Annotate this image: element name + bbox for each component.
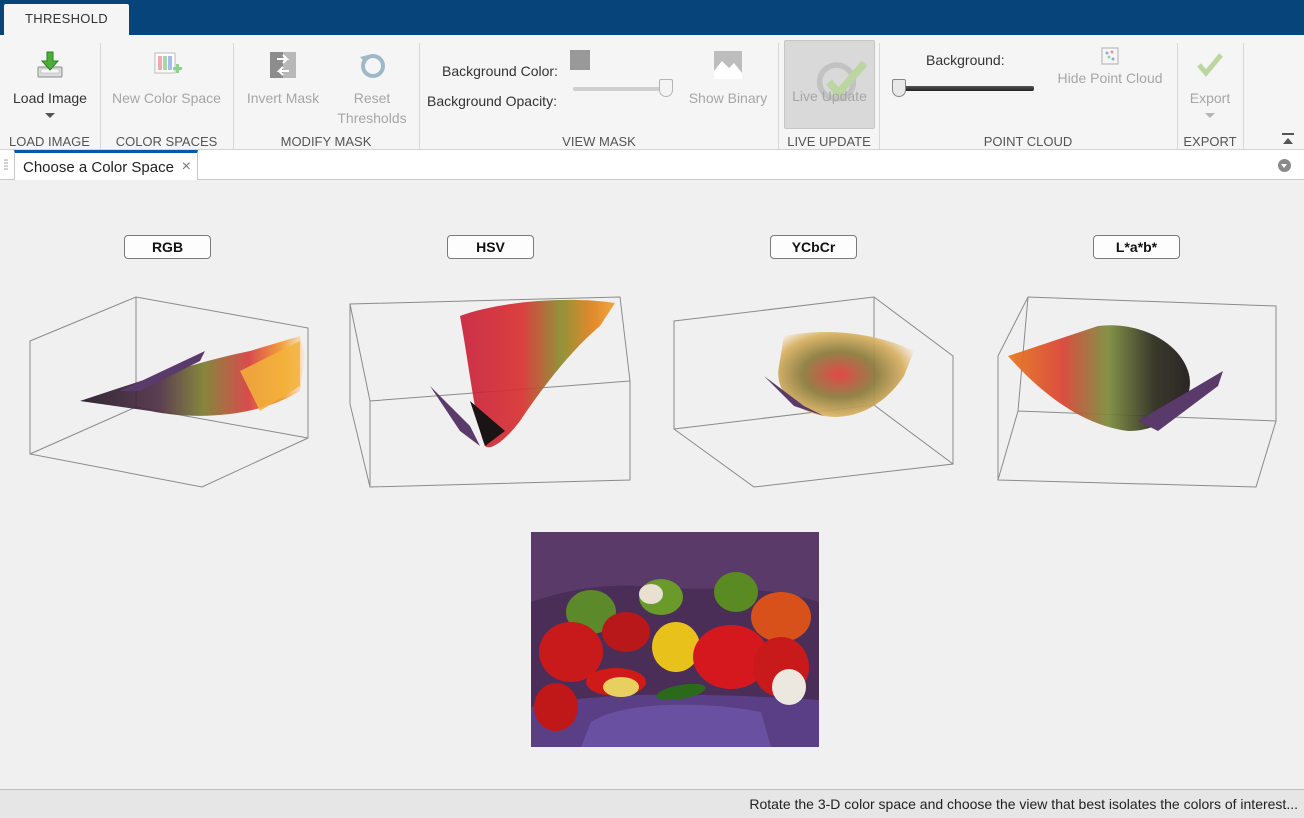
ycbcr-point-cloud[interactable]: [664, 281, 964, 501]
close-icon[interactable]: ×: [182, 158, 191, 176]
status-text: Rotate the 3-D color space and choose th…: [749, 796, 1298, 812]
invert-mask-icon: [270, 52, 296, 78]
separator: [1243, 43, 1244, 149]
export-check-icon: [1197, 53, 1223, 77]
point-cloud-icon: [1101, 47, 1119, 65]
tab-threshold[interactable]: THRESHOLD: [4, 4, 129, 35]
background-color-label: Background Color:: [442, 63, 558, 79]
load-image-button[interactable]: Load Image: [6, 49, 94, 118]
section-modify-mask: Invert Mask Reset Thresholds MODIFY MASK: [234, 35, 418, 150]
new-color-space-label: New Color Space: [112, 90, 221, 106]
section-label-live-update: LIVE UPDATE: [787, 134, 871, 149]
hsv-button[interactable]: HSV: [447, 235, 534, 259]
reset-thresholds-line1: Reset: [353, 90, 391, 106]
app-tab-strip: THRESHOLD: [0, 0, 1304, 35]
section-label-color-spaces: COLOR SPACES: [115, 134, 218, 149]
export-dropdown-caret[interactable]: [1205, 113, 1215, 118]
hide-point-cloud-label: Hide Point Cloud: [1057, 70, 1163, 86]
grip-icon[interactable]: [4, 158, 8, 172]
toolstrip: Load Image LOAD IMAGE New Color Space CO…: [0, 35, 1304, 150]
export-label: Export: [1189, 90, 1231, 106]
section-label-modify-mask: MODIFY MASK: [280, 134, 372, 149]
export-button[interactable]: Export: [1178, 49, 1242, 118]
document-tab-bar: Choose a Color Space ×: [0, 150, 1304, 180]
color-space-canvas: RGB HSV YCbCr L*a*b*: [0, 181, 1304, 789]
show-binary-button[interactable]: Show Binary: [684, 49, 772, 108]
section-point-cloud: Background: Hide Point Cloud POINT CLOUD: [880, 35, 1176, 150]
point-cloud-background-label: Background:: [926, 52, 1005, 68]
background-color-swatch[interactable]: [570, 50, 590, 70]
section-live-update: LIVE UPDATE: [779, 35, 879, 150]
rgb-point-cloud[interactable]: [0, 281, 320, 501]
document-tab-label: Choose a Color Space: [23, 159, 174, 176]
ycbcr-button[interactable]: YCbCr: [770, 235, 857, 259]
load-image-label: Load Image: [13, 90, 87, 106]
invert-mask-button[interactable]: Invert Mask: [238, 49, 328, 108]
section-export: Export EXPORT: [1178, 35, 1242, 150]
section-load-image: Load Image LOAD IMAGE: [0, 35, 99, 150]
reset-thresholds-button[interactable]: Reset Thresholds: [330, 49, 414, 128]
reset-thresholds-line2: Thresholds: [337, 110, 407, 126]
show-binary-icon: [714, 51, 742, 79]
show-binary-label: Show Binary: [688, 90, 768, 106]
background-opacity-slider-thumb[interactable]: [659, 79, 673, 97]
lab-point-cloud[interactable]: [988, 281, 1288, 501]
section-label-point-cloud: POINT CLOUD: [983, 134, 1073, 149]
background-opacity-label: Background Opacity:: [427, 93, 557, 109]
point-cloud-background-slider[interactable]: [894, 86, 1034, 91]
new-color-space-button[interactable]: New Color Space: [101, 49, 232, 108]
lab-button[interactable]: L*a*b*: [1093, 235, 1180, 259]
section-color-spaces: New Color Space COLOR SPACES: [101, 35, 232, 150]
status-bar: Rotate the 3-D color space and choose th…: [0, 789, 1304, 818]
point-cloud-background-slider-thumb[interactable]: [892, 79, 906, 97]
hide-point-cloud-button[interactable]: Hide Point Cloud: [1050, 47, 1170, 88]
load-image-dropdown-caret[interactable]: [45, 113, 55, 118]
collapse-toolstrip-icon[interactable]: [1281, 132, 1295, 146]
document-menu-dropdown-icon[interactable]: [1278, 159, 1291, 172]
invert-mask-label: Invert Mask: [246, 90, 320, 106]
load-image-icon: [37, 51, 63, 78]
rgb-button[interactable]: RGB: [124, 235, 211, 259]
section-label-load-image: LOAD IMAGE: [9, 134, 90, 149]
reset-icon: [360, 54, 385, 78]
background-opacity-slider[interactable]: [573, 87, 673, 91]
preview-image-peppers: [531, 532, 819, 747]
section-view-mask: Background Color: Background Opacity: Sh…: [420, 35, 778, 150]
new-color-space-icon: [154, 52, 182, 74]
section-label-export: EXPORT: [1183, 134, 1237, 149]
hsv-point-cloud[interactable]: [340, 281, 640, 501]
tab-choose-a-color-space[interactable]: Choose a Color Space ×: [14, 150, 198, 180]
section-label-view-mask: VIEW MASK: [562, 134, 636, 149]
